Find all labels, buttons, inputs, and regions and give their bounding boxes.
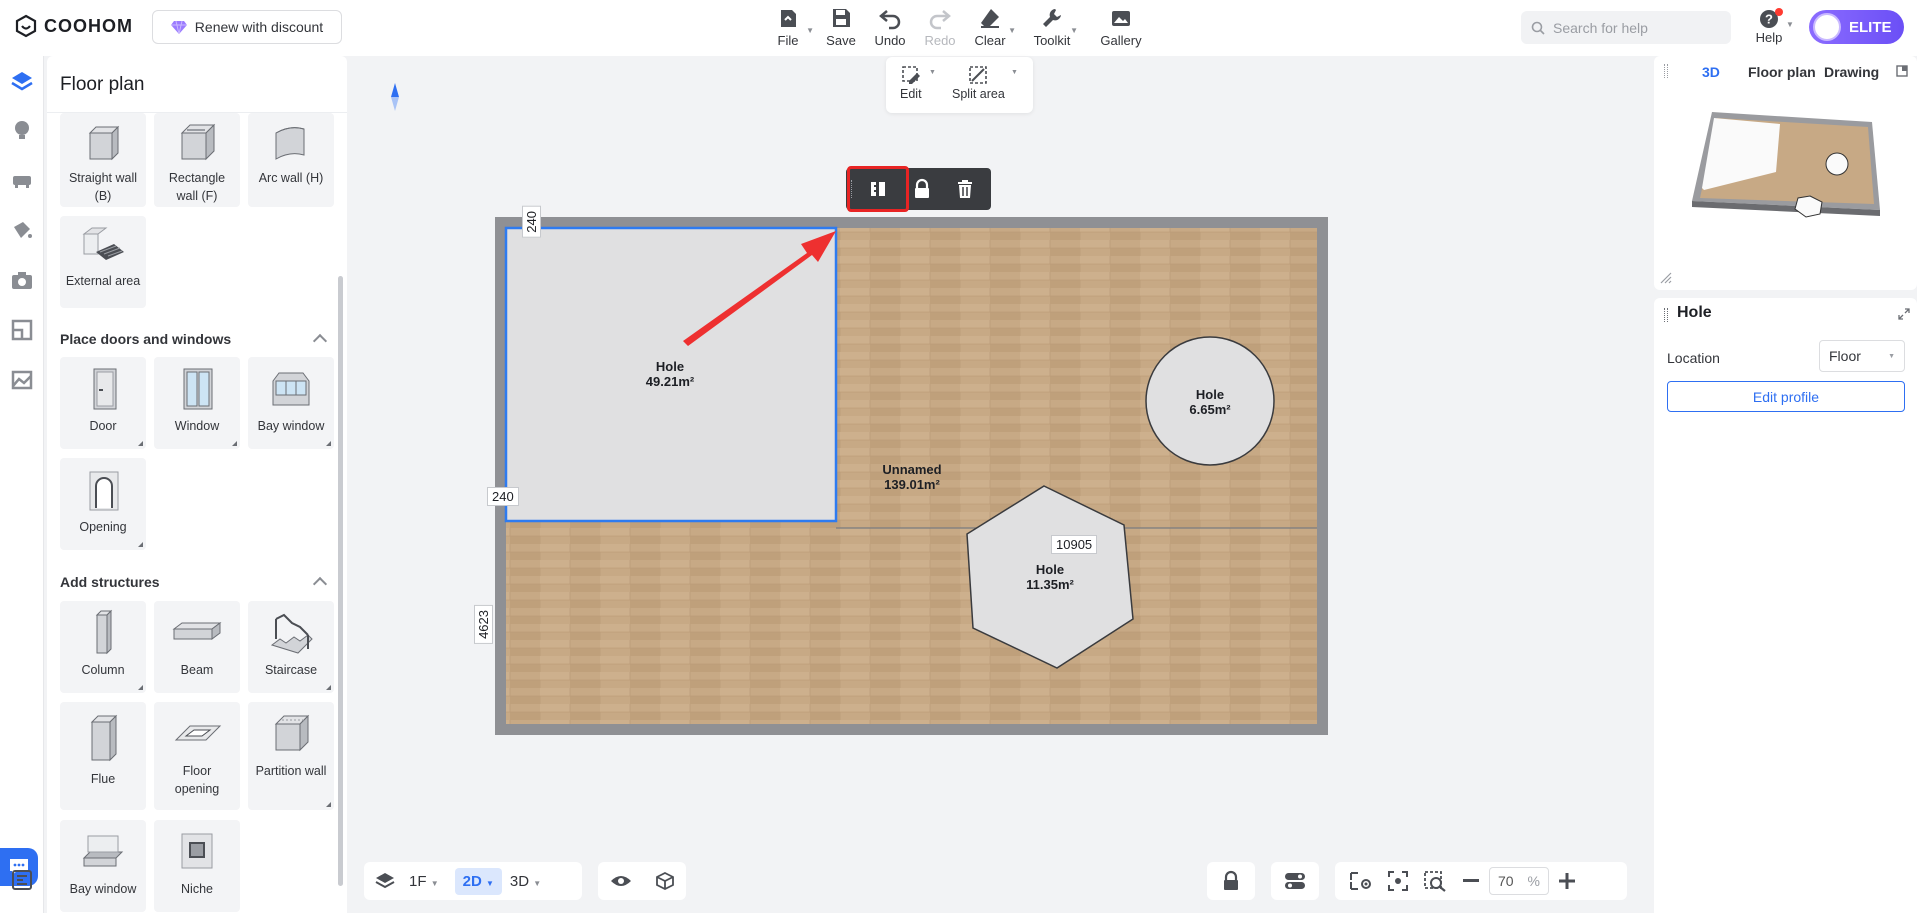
tab-3d[interactable]: 3D xyxy=(1702,64,1720,80)
zoom-in-icon[interactable] xyxy=(1559,873,1575,889)
zoom-out-icon[interactable] xyxy=(1463,879,1479,883)
zoom-value: 70 xyxy=(1498,873,1514,889)
room-label-hole-1: Hole 49.21m² xyxy=(630,359,710,389)
room-area: 11.35m² xyxy=(1026,577,1074,592)
chevron-down-icon: ▼ xyxy=(533,878,542,888)
view-2d-toggle[interactable]: 2D ▼ xyxy=(454,867,502,895)
room-area: 139.01m² xyxy=(884,477,940,492)
view-2d-label: 2D xyxy=(462,872,482,890)
zoom-controls: 70 % xyxy=(1335,862,1627,900)
room-area: 6.65m² xyxy=(1189,402,1231,417)
chevron-down-icon: ▼ xyxy=(1888,352,1895,360)
highlight-box xyxy=(847,166,909,212)
room-name: Hole xyxy=(1035,562,1065,577)
cube-icon[interactable] xyxy=(655,871,675,891)
dimension-height: 4623 xyxy=(474,605,493,644)
lock-icon[interactable] xyxy=(1221,870,1241,892)
fit-screen-icon[interactable] xyxy=(1387,870,1409,892)
edit-profile-button[interactable]: Edit profile xyxy=(1667,381,1905,412)
lock-canvas-pill xyxy=(1207,862,1255,900)
location-select[interactable]: Floor ▼ xyxy=(1819,340,1905,372)
drag-handle[interactable] xyxy=(1664,308,1668,322)
dimension-top-wall: 240 xyxy=(522,206,541,238)
3d-preview-panel: 3D Floor plan Drawing xyxy=(1654,56,1917,290)
view-controls: 1F ▼ 2D ▼ 3D ▼ xyxy=(364,862,582,900)
tab-drawing[interactable]: Drawing xyxy=(1824,64,1879,80)
location-value: Floor xyxy=(1829,348,1861,364)
eye-icon[interactable] xyxy=(610,873,632,889)
layers-icon[interactable] xyxy=(375,871,395,891)
zoom-region-icon[interactable] xyxy=(1423,870,1447,892)
chevron-down-icon: ▼ xyxy=(485,878,494,888)
dimension-width: 10905 xyxy=(1051,535,1098,554)
3d-preview-image[interactable] xyxy=(1682,106,1902,236)
floor-label: 1F xyxy=(409,872,427,890)
tab-floor-plan[interactable]: Floor plan xyxy=(1748,64,1816,80)
properties-panel: Hole Location Floor ▼ Edit profile xyxy=(1654,298,1917,913)
zoom-field[interactable]: 70 % xyxy=(1489,867,1549,895)
settings-toggle-pill xyxy=(1271,862,1319,900)
room-label-hole-hexagon: Hole 11.35m² xyxy=(1010,562,1090,592)
zoom-unit: % xyxy=(1527,873,1540,889)
trash-icon xyxy=(958,180,972,198)
properties-title: Hole xyxy=(1677,304,1712,321)
view-3d-toggle[interactable]: 3D ▼ xyxy=(510,873,541,890)
chevron-down-icon: ▼ xyxy=(430,878,439,888)
room-label-hole-circle: Hole 6.65m² xyxy=(1170,387,1250,417)
expand-window-icon[interactable] xyxy=(1896,65,1908,77)
lock-icon xyxy=(915,178,929,198)
room-label-unnamed: Unnamed 139.01m² xyxy=(872,462,952,492)
resize-handle-icon[interactable] xyxy=(1660,272,1672,284)
floor-select[interactable]: 1F ▼ xyxy=(409,873,439,890)
drag-handle[interactable] xyxy=(1664,64,1668,78)
view-3d-label: 3D xyxy=(509,872,530,890)
dimension-left-wall: 240 xyxy=(487,487,519,506)
room-area: 49.21m² xyxy=(645,374,695,389)
display-controls xyxy=(598,862,686,900)
toggle-settings-icon[interactable] xyxy=(1284,871,1306,891)
room-name: Unnamed xyxy=(882,462,942,477)
expand-icon[interactable] xyxy=(1898,308,1910,320)
view-tabs: 3D Floor plan Drawing xyxy=(1654,56,1917,86)
location-label: Location xyxy=(1667,350,1720,366)
room-name: Hole xyxy=(1195,387,1225,402)
room-name: Hole xyxy=(655,359,685,374)
snap-settings-icon[interactable] xyxy=(1349,871,1373,891)
floor-plan-canvas[interactable] xyxy=(0,0,1917,913)
delete-button[interactable] xyxy=(945,172,985,206)
